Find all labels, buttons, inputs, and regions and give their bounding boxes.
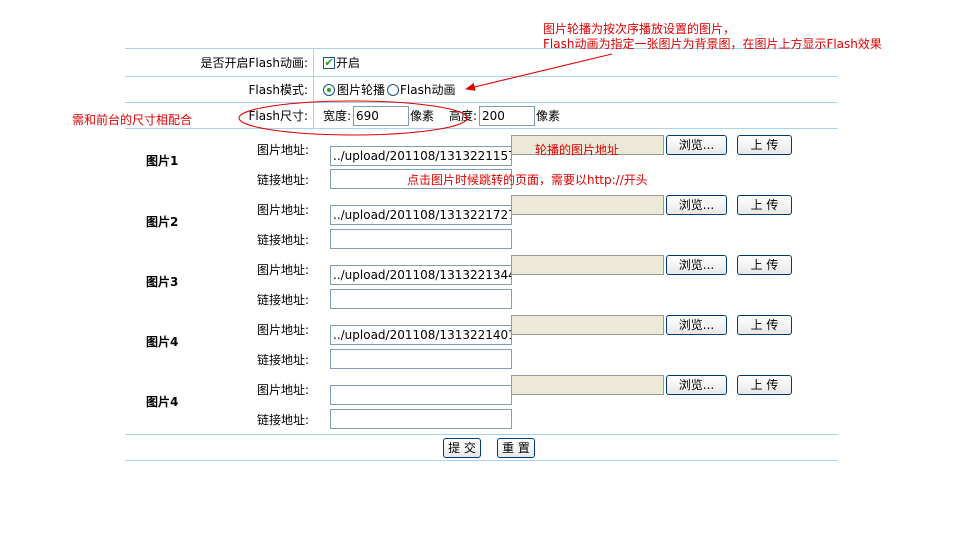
annotation-ellipse xyxy=(238,100,468,136)
annotation-overlay xyxy=(238,53,613,136)
annotation-arrow xyxy=(465,53,613,91)
